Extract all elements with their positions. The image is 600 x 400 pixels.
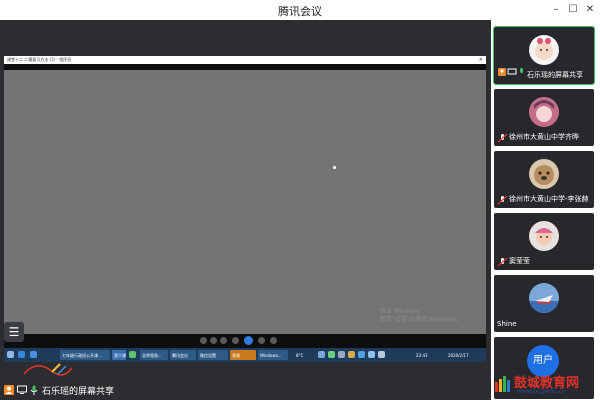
participant-tile[interactable]: 徐州市大黄山中学齐晔 [494,89,594,146]
search-icon [18,351,25,358]
shared-window-title: 课堂十二 二模复习方法 (1) - 程序员 [7,57,72,62]
participant-name: 窦莹莹 [509,257,530,265]
taskbar-item: 北师视角... [140,350,168,360]
microphone-icon [30,385,38,395]
shared-video-area: 激活 Windows 转到"设置"以激活 Windows。 [4,70,486,334]
taskbar-item: 表格 [230,350,256,360]
volume-icon [270,337,277,344]
user-icon [4,385,14,395]
anime-girl-avatar [529,97,559,127]
windows-watermark: 激活 Windows 转到"设置"以激活 Windows。 [380,308,462,324]
minimize-icon[interactable]: – [548,2,564,18]
chrome-icon [129,351,136,358]
participant-name: 石乐瑶的屏幕共享 [527,71,583,79]
participant-tile[interactable]: 徐州市大黄山中学-李张赫 [494,151,594,208]
presenter-label: 石乐瑶的屏幕共享 [42,387,115,397]
participant-name: 徐州市大黄山中学齐晔 [509,133,579,141]
participant-name: Shine [497,320,517,328]
taskbar-item: Windows... [258,350,288,360]
taskbar-item: 七年级行政班公开课... [60,350,110,360]
stop-icon [220,337,227,344]
taskbar-clock: 23:43 [416,353,428,358]
mic-muted-icon [498,196,508,205]
windows-start-icon [7,351,14,358]
baby-avatar [529,35,559,65]
tray-icon [368,351,375,358]
network-icon [338,351,345,358]
task-view-icon [30,351,37,358]
close-icon[interactable]: ✕ [582,2,598,18]
participant-tile[interactable]: 石乐瑶的屏幕共享 [493,26,595,85]
watermark-line1: 激活 Windows [379,308,421,315]
child-avatar [529,221,559,251]
app-title: 腾讯会议 [278,5,322,18]
taskbar-item: 第六课时 [112,350,126,360]
shared-window: 课堂十二 二模复习方法 (1) - 程序员 ✕ 激活 Windows 转到"设置… [4,56,486,362]
taskbar-date: 2020/2/17 [448,353,469,358]
weather-text: 8°C [296,353,304,358]
loop-icon [210,337,217,344]
tray-icon [318,351,325,358]
site-logo: 鼓城教育网 www.pcjyedu.cn [495,372,598,398]
presenter-bar: 石乐瑶的屏幕共享 [0,381,491,400]
volume-tray-icon [378,351,385,358]
taskbar-item: 腾讯会议 [170,350,196,360]
watermark-line2: 转到"设置"以激活 Windows。 [379,316,462,323]
play-icon [244,336,253,345]
tray-icon [358,351,365,358]
shared-screen-stage: 课堂十二 二模复习方法 (1) - 程序员 ✕ 激活 Windows 转到"设置… [0,20,491,400]
logo-icon [495,376,510,392]
rewind-icon [200,337,207,344]
annotation-drawing [23,363,73,376]
mic-muted-icon [498,134,508,143]
mic-muted-icon [498,258,508,267]
member-list-button[interactable]: ☰ [4,322,24,342]
title-bar: 腾讯会议 – ☐ ✕ [0,0,600,20]
participant-sidebar: 石乐瑶的屏幕共享 徐州市大黄山中学齐晔 徐州市大黄山中学-李张赫 窦莹莹 Shi… [491,20,600,400]
taskbar-item: 微信设置 [198,350,228,360]
boat-avatar [529,283,559,313]
tray-icon [348,351,355,358]
participant-tile[interactable]: 窦莹莹 [494,213,594,270]
player-controls [4,334,486,348]
shared-close-icon: ✕ [478,57,483,63]
wechat-tray-icon [328,351,335,358]
participant-tile[interactable]: Shine [494,275,594,332]
screen-share-icon [17,385,27,394]
shared-window-titlebar: 课堂十二 二模复习方法 (1) - 程序员 ✕ [4,56,486,64]
logo-url: www.pcjyedu.cn [517,388,566,395]
dog-avatar [529,159,559,189]
mouse-cursor-icon [333,166,336,169]
maximize-icon[interactable]: ☐ [565,2,581,18]
tile-status-icons [498,62,528,81]
prev-icon [232,337,239,344]
next-icon [258,337,265,344]
participant-name: 徐州市大黄山中学-李张赫 [509,195,589,203]
